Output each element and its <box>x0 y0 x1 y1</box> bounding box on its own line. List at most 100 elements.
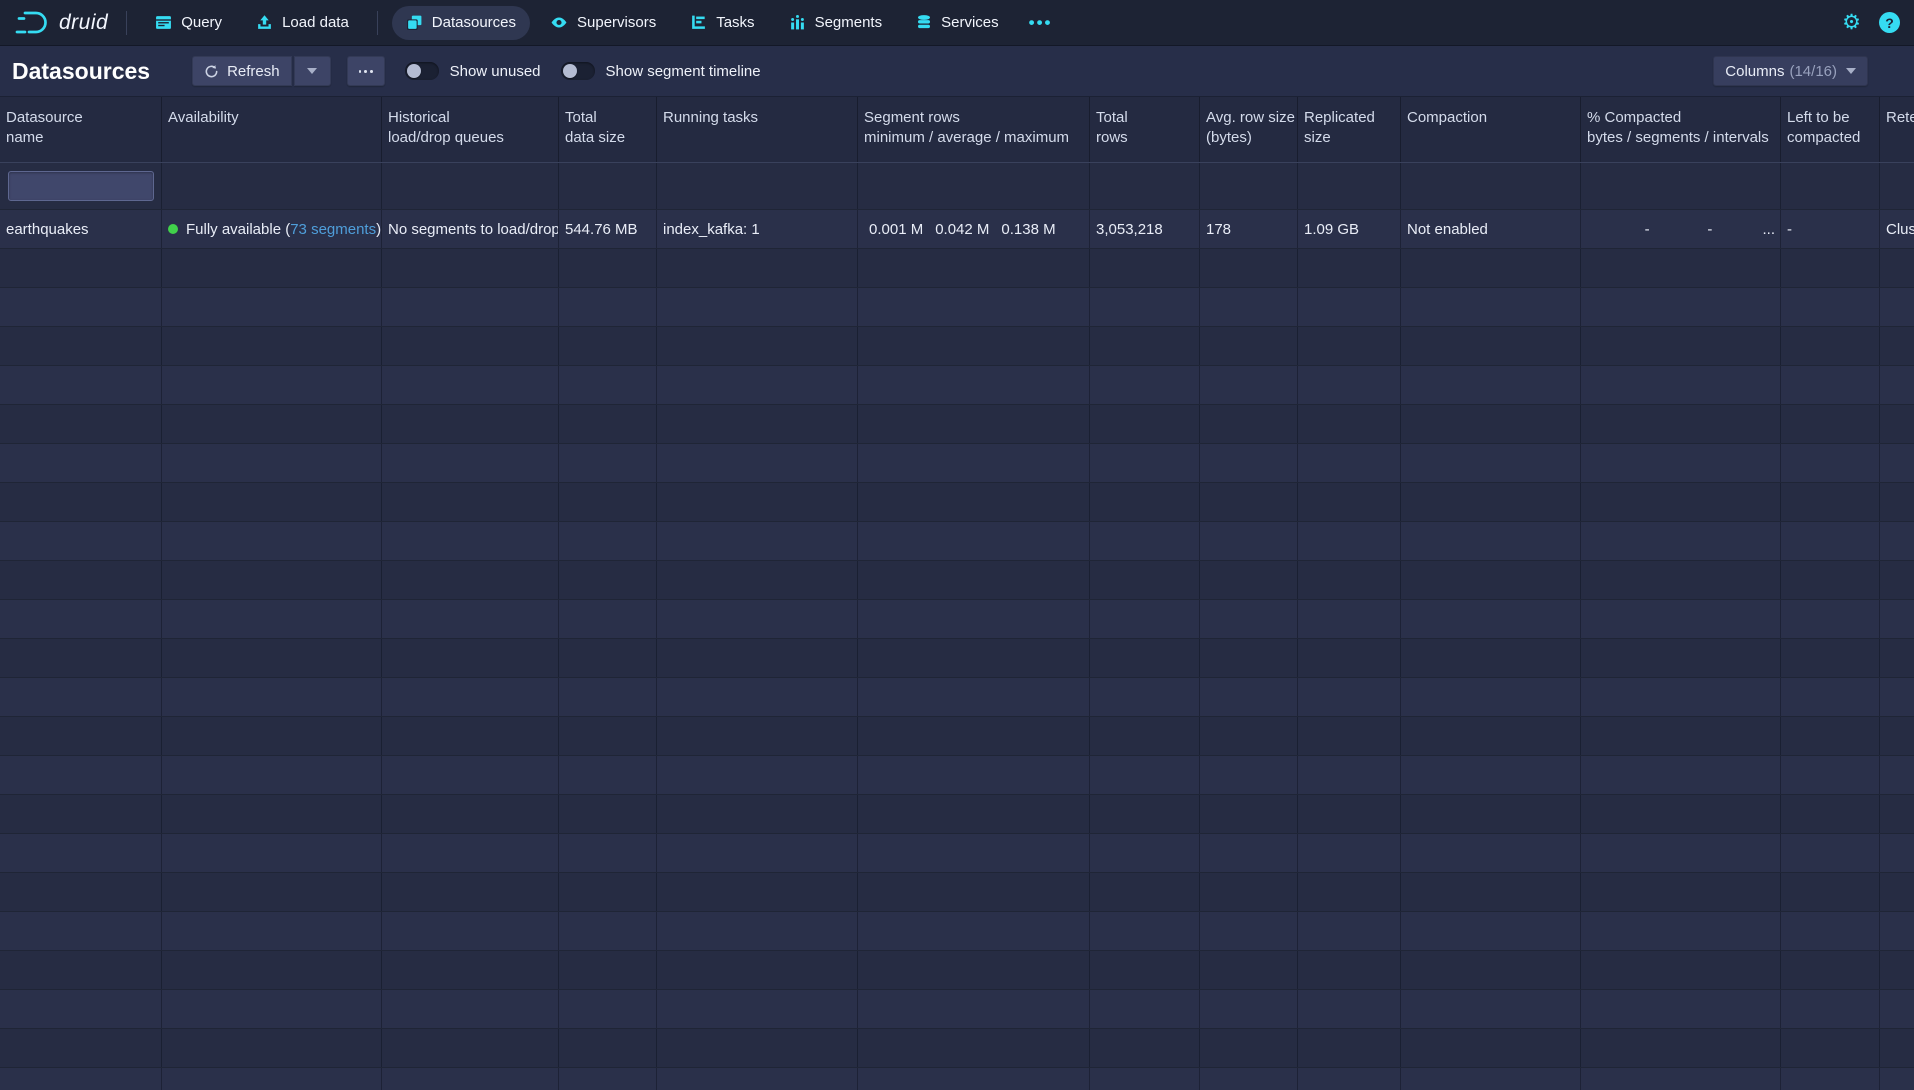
column-header-availability[interactable]: Availability <box>162 97 382 162</box>
druid-logo[interactable]: druid <box>14 8 112 38</box>
nav-item-segments[interactable]: Segments <box>775 6 897 40</box>
empty-row <box>0 561 1914 600</box>
help-icon[interactable]: ? <box>1879 12 1900 33</box>
cell-total_rows <box>1090 834 1200 872</box>
cell-left_to_compact <box>1781 912 1880 950</box>
pct-compacted-value: ... <box>1712 221 1775 238</box>
column-header-retention[interactable]: Retention <box>1880 97 1914 162</box>
cell-compaction <box>1401 1068 1581 1090</box>
cell-name <box>0 756 162 794</box>
cell-load_drop <box>382 951 559 989</box>
cell-compaction <box>1401 483 1581 521</box>
cell-avg_row_size <box>1200 639 1298 677</box>
empty-row <box>0 444 1914 483</box>
column-header-avg_row_size[interactable]: Avg. row size(bytes) <box>1200 97 1298 162</box>
cell-text-total_rows: 3,053,218 <box>1096 221 1163 238</box>
cell-load_drop <box>382 834 559 872</box>
cell-retention <box>1880 444 1914 482</box>
cell-avg_row_size <box>1200 912 1298 950</box>
show-segment-timeline-label[interactable]: Show segment timeline <box>606 63 761 80</box>
column-header-load_drop[interactable]: Historicalload/drop queues <box>382 97 559 162</box>
cell-pct_compacted <box>1581 1068 1781 1090</box>
cell-load_drop <box>382 600 559 638</box>
column-header-total_rows[interactable]: Totalrows <box>1090 97 1200 162</box>
empty-row <box>0 678 1914 717</box>
empty-row <box>0 366 1914 405</box>
cell-text-total_size: 544.76 MB <box>565 221 638 238</box>
cell-segment_rows <box>858 444 1090 482</box>
column-header-left_to_compact[interactable]: Left to becompacted <box>1781 97 1880 162</box>
cell-total_size <box>559 288 657 326</box>
show-unused-toggle-track[interactable] <box>405 62 439 80</box>
show-segment-timeline-toggle-track[interactable] <box>561 62 595 80</box>
top-navbar: druid QueryLoad data DatasourcesSuperviso… <box>0 0 1914 46</box>
show-segment-timeline-toggle[interactable]: Show segment timeline <box>561 62 761 80</box>
cell-replicated_size <box>1298 483 1401 521</box>
nav-item-datasources[interactable]: Datasources <box>392 6 530 40</box>
columns-button[interactable]: Columns (14/16) <box>1713 56 1868 86</box>
nav-item-supervisors[interactable]: Supervisors <box>536 6 670 40</box>
show-unused-label[interactable]: Show unused <box>450 63 541 80</box>
cell-text-left_to_compact: - <box>1787 221 1792 238</box>
column-header-replicated_size[interactable]: Replicatedsize <box>1298 97 1401 162</box>
segments-count-link[interactable]: 73 segments <box>290 221 376 238</box>
cell-avg_row_size <box>1200 249 1298 287</box>
column-header-pct_compacted[interactable]: % Compactedbytes / segments / intervals <box>1581 97 1781 162</box>
datasource-row[interactable]: earthquakesFully available (73 segments)… <box>0 210 1914 249</box>
datasource-name-filter-input[interactable] <box>8 171 154 201</box>
column-header-name[interactable]: Datasourcename <box>0 97 162 162</box>
cell-load_drop <box>382 795 559 833</box>
nav-item-services[interactable]: Services <box>902 6 1013 40</box>
cell-avg_row_size <box>1200 366 1298 404</box>
cell-text-load_drop: No segments to load/drop <box>388 221 559 238</box>
cell-left_to_compact: - <box>1781 210 1880 248</box>
refresh-button[interactable]: Refresh <box>192 56 292 86</box>
cell-avg_row_size <box>1200 288 1298 326</box>
cell-left_to_compact <box>1781 951 1880 989</box>
cell-total_rows <box>1090 639 1200 677</box>
show-unused-toggle[interactable]: Show unused <box>405 62 541 80</box>
column-header-running_tasks[interactable]: Running tasks <box>657 97 858 162</box>
cell-name <box>0 834 162 872</box>
cell-avg_row_size <box>1200 873 1298 911</box>
cell-replicated_size <box>1298 834 1401 872</box>
cell-pct_compacted <box>1581 834 1781 872</box>
cell-replicated_size <box>1298 873 1401 911</box>
load-data-icon <box>256 14 273 31</box>
cell-retention <box>1880 795 1914 833</box>
cell-replicated_size <box>1298 990 1401 1028</box>
cell-left_to_compact <box>1781 717 1880 755</box>
cell-availability <box>162 1068 382 1090</box>
column-header-segment_rows[interactable]: Segment rowsminimum / average / maximum <box>858 97 1090 162</box>
cell-pct_compacted <box>1581 288 1781 326</box>
table-header-row: DatasourcenameAvailabilityHistoricalload… <box>0 97 1914 163</box>
cell-segment_rows <box>858 288 1090 326</box>
cell-retention <box>1880 1029 1914 1067</box>
refresh-dropdown-caret[interactable] <box>294 56 331 86</box>
cell-avg_row_size <box>1200 834 1298 872</box>
cell-pct_compacted <box>1581 795 1781 833</box>
cell-compaction <box>1401 444 1581 482</box>
settings-gear-icon[interactable]: ⚙ <box>1842 12 1861 33</box>
column-header-compaction[interactable]: Compaction <box>1401 97 1581 162</box>
cell-left_to_compact <box>1781 639 1880 677</box>
cell-segment_rows <box>858 795 1090 833</box>
column-header-total_size[interactable]: Totaldata size <box>559 97 657 162</box>
cell-left_to_compact <box>1781 756 1880 794</box>
cell-total_size <box>559 444 657 482</box>
cell-name <box>0 444 162 482</box>
cell-retention <box>1880 522 1914 560</box>
more-options-button[interactable] <box>347 56 385 86</box>
cell-text-replicated_size: 1.09 GB <box>1304 221 1359 238</box>
nav-more-button[interactable]: ••• <box>1019 6 1063 40</box>
nav-item-load-data[interactable]: Load data <box>242 6 363 40</box>
cell-name <box>0 912 162 950</box>
columns-button-label: Columns <box>1725 63 1784 80</box>
cell-replicated_size: 1.09 GB <box>1298 210 1401 248</box>
nav-item-query[interactable]: Query <box>141 6 236 40</box>
page-title: Datasources <box>12 58 150 85</box>
cell-total_size <box>559 1029 657 1067</box>
cell-name <box>0 366 162 404</box>
nav-item-tasks[interactable]: Tasks <box>676 6 768 40</box>
cell-total_rows <box>1090 873 1200 911</box>
